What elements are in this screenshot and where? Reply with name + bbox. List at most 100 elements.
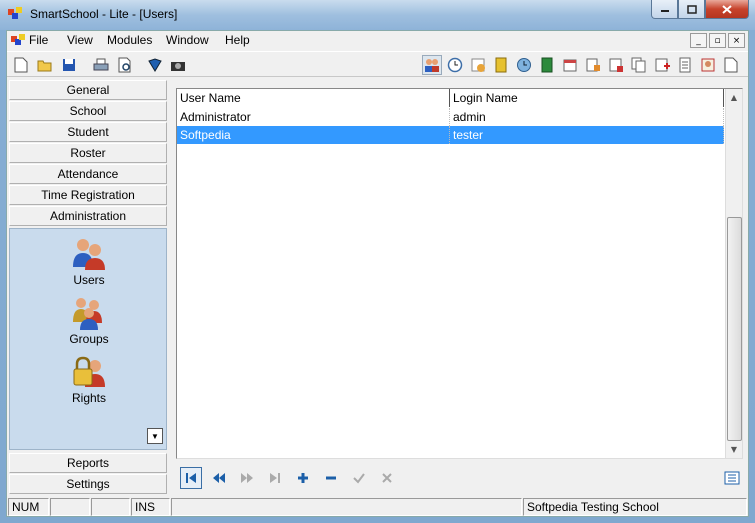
menu-window[interactable]: Window (166, 33, 209, 47)
menu-modules[interactable]: Modules (107, 33, 152, 47)
app-icon (8, 7, 22, 19)
child-minimize-button[interactable]: _ (690, 33, 707, 48)
first-record-button[interactable] (180, 467, 202, 489)
clock-button[interactable] (445, 55, 465, 75)
next-record-button[interactable] (236, 467, 258, 489)
column-header-user-name[interactable]: User Name (177, 89, 450, 107)
status-num: NUM (8, 498, 49, 516)
notebook-button[interactable] (491, 55, 511, 75)
add-record-button[interactable] (652, 55, 672, 75)
users-toolbar-button[interactable] (422, 55, 442, 75)
open-button[interactable] (35, 55, 55, 75)
app-window: SmartSchool - Lite - [Users] File View M… (0, 0, 755, 523)
module-users[interactable]: Users (10, 237, 168, 287)
delete-record-button[interactable] (320, 467, 342, 489)
sidebar-item-settings[interactable]: Settings (9, 474, 167, 494)
title-bar[interactable]: SmartSchool - Lite - [Users] (0, 0, 755, 30)
users-icon (425, 59, 439, 72)
login-name-cell[interactable]: tester (450, 126, 724, 144)
globe-button[interactable] (514, 55, 534, 75)
scroll-thumb[interactable] (727, 217, 742, 441)
sidebar-item-time-registration[interactable]: Time Registration (9, 185, 167, 205)
insert-record-button[interactable] (292, 467, 314, 489)
arrow-down-icon: ▼ (730, 445, 738, 454)
first-record-icon (186, 473, 196, 483)
login-name-cell[interactable]: admin (450, 108, 724, 126)
clock-icon (447, 57, 463, 73)
vertical-scrollbar[interactable]: ▲ ▼ (725, 89, 742, 458)
print-button[interactable] (91, 55, 111, 75)
camera-button[interactable] (168, 55, 188, 75)
panel-scroll-button[interactable]: ▼ (147, 428, 163, 444)
module-rights[interactable]: Rights (10, 355, 168, 405)
task-button[interactable] (583, 55, 603, 75)
close-button[interactable] (705, 0, 749, 19)
users-icon (73, 239, 105, 270)
sidebar-item-general[interactable]: General (9, 80, 167, 100)
user-name-cell[interactable]: Softpedia (177, 126, 450, 144)
post-record-button[interactable] (348, 467, 370, 489)
groups-icon (73, 298, 102, 330)
sidebar-item-roster[interactable]: Roster (9, 143, 167, 163)
report-button[interactable] (606, 55, 626, 75)
menu-file[interactable]: File (29, 33, 48, 47)
save-icon (63, 59, 75, 71)
last-record-button[interactable] (264, 467, 286, 489)
save-button[interactable] (59, 55, 79, 75)
toolbar (7, 51, 748, 77)
sidebar-item-reports[interactable]: Reports (9, 453, 167, 473)
list-view-icon (724, 471, 740, 485)
users-grid: User Name Login Name Administrator admin… (176, 88, 743, 459)
module-groups[interactable]: Groups (10, 296, 168, 346)
plus-icon (298, 473, 308, 483)
table-row-selected[interactable]: Softpedia tester (177, 126, 724, 144)
maximize-icon (686, 4, 697, 14)
task-icon (586, 58, 600, 72)
document-button[interactable] (721, 55, 741, 75)
status-bar: NUM INS Softpedia Testing School (7, 497, 748, 516)
sidebar-item-student[interactable]: Student (9, 122, 167, 142)
calendar-button[interactable] (560, 55, 580, 75)
notes-button[interactable] (675, 55, 695, 75)
scroll-up-button[interactable]: ▲ (726, 89, 742, 106)
scroll-down-button[interactable]: ▼ (726, 441, 742, 458)
blank-document-icon (724, 57, 738, 73)
user-name-cell[interactable]: Administrator (177, 108, 450, 126)
new-document-icon (14, 57, 28, 73)
book-button[interactable] (145, 55, 165, 75)
cancel-record-button[interactable] (376, 467, 398, 489)
print-preview-icon (118, 57, 131, 73)
minus-icon (326, 476, 336, 480)
green-book-icon (541, 57, 553, 73)
sidebar-item-administration[interactable]: Administration (9, 206, 167, 226)
sidebar-item-attendance[interactable]: Attendance (9, 164, 167, 184)
new-button[interactable] (11, 55, 31, 75)
sidebar-item-school[interactable]: School (9, 101, 167, 121)
cross-icon (382, 473, 392, 483)
schedule-button[interactable] (468, 55, 488, 75)
status-ins: INS (131, 498, 170, 516)
menu-bar: File View Modules Window Help _ ▫ × (7, 31, 748, 50)
print-preview-button[interactable] (115, 55, 135, 75)
prior-record-icon (213, 473, 225, 483)
menu-view[interactable]: View (67, 33, 93, 47)
prior-record-button[interactable] (208, 467, 230, 489)
minimize-button[interactable] (651, 0, 678, 19)
child-restore-button[interactable]: ▫ (709, 33, 726, 48)
sidebar: General School Student Roster Attendance… (9, 80, 167, 495)
module-groups-label: Groups (69, 332, 109, 346)
check-icon (353, 473, 365, 484)
menu-help[interactable]: Help (225, 33, 250, 47)
folder-open-icon (37, 60, 52, 72)
maximize-button[interactable] (678, 0, 705, 19)
child-close-button[interactable]: × (728, 33, 745, 48)
notebook-icon (495, 57, 507, 73)
table-row[interactable]: Administrator admin (177, 108, 724, 126)
green-book-button[interactable] (537, 55, 557, 75)
id-card-button[interactable] (698, 55, 718, 75)
document-icon (11, 34, 25, 45)
copy-button[interactable] (629, 55, 649, 75)
camera-icon (171, 62, 185, 71)
column-header-login-name[interactable]: Login Name (450, 89, 724, 107)
detail-view-button[interactable] (721, 467, 743, 489)
